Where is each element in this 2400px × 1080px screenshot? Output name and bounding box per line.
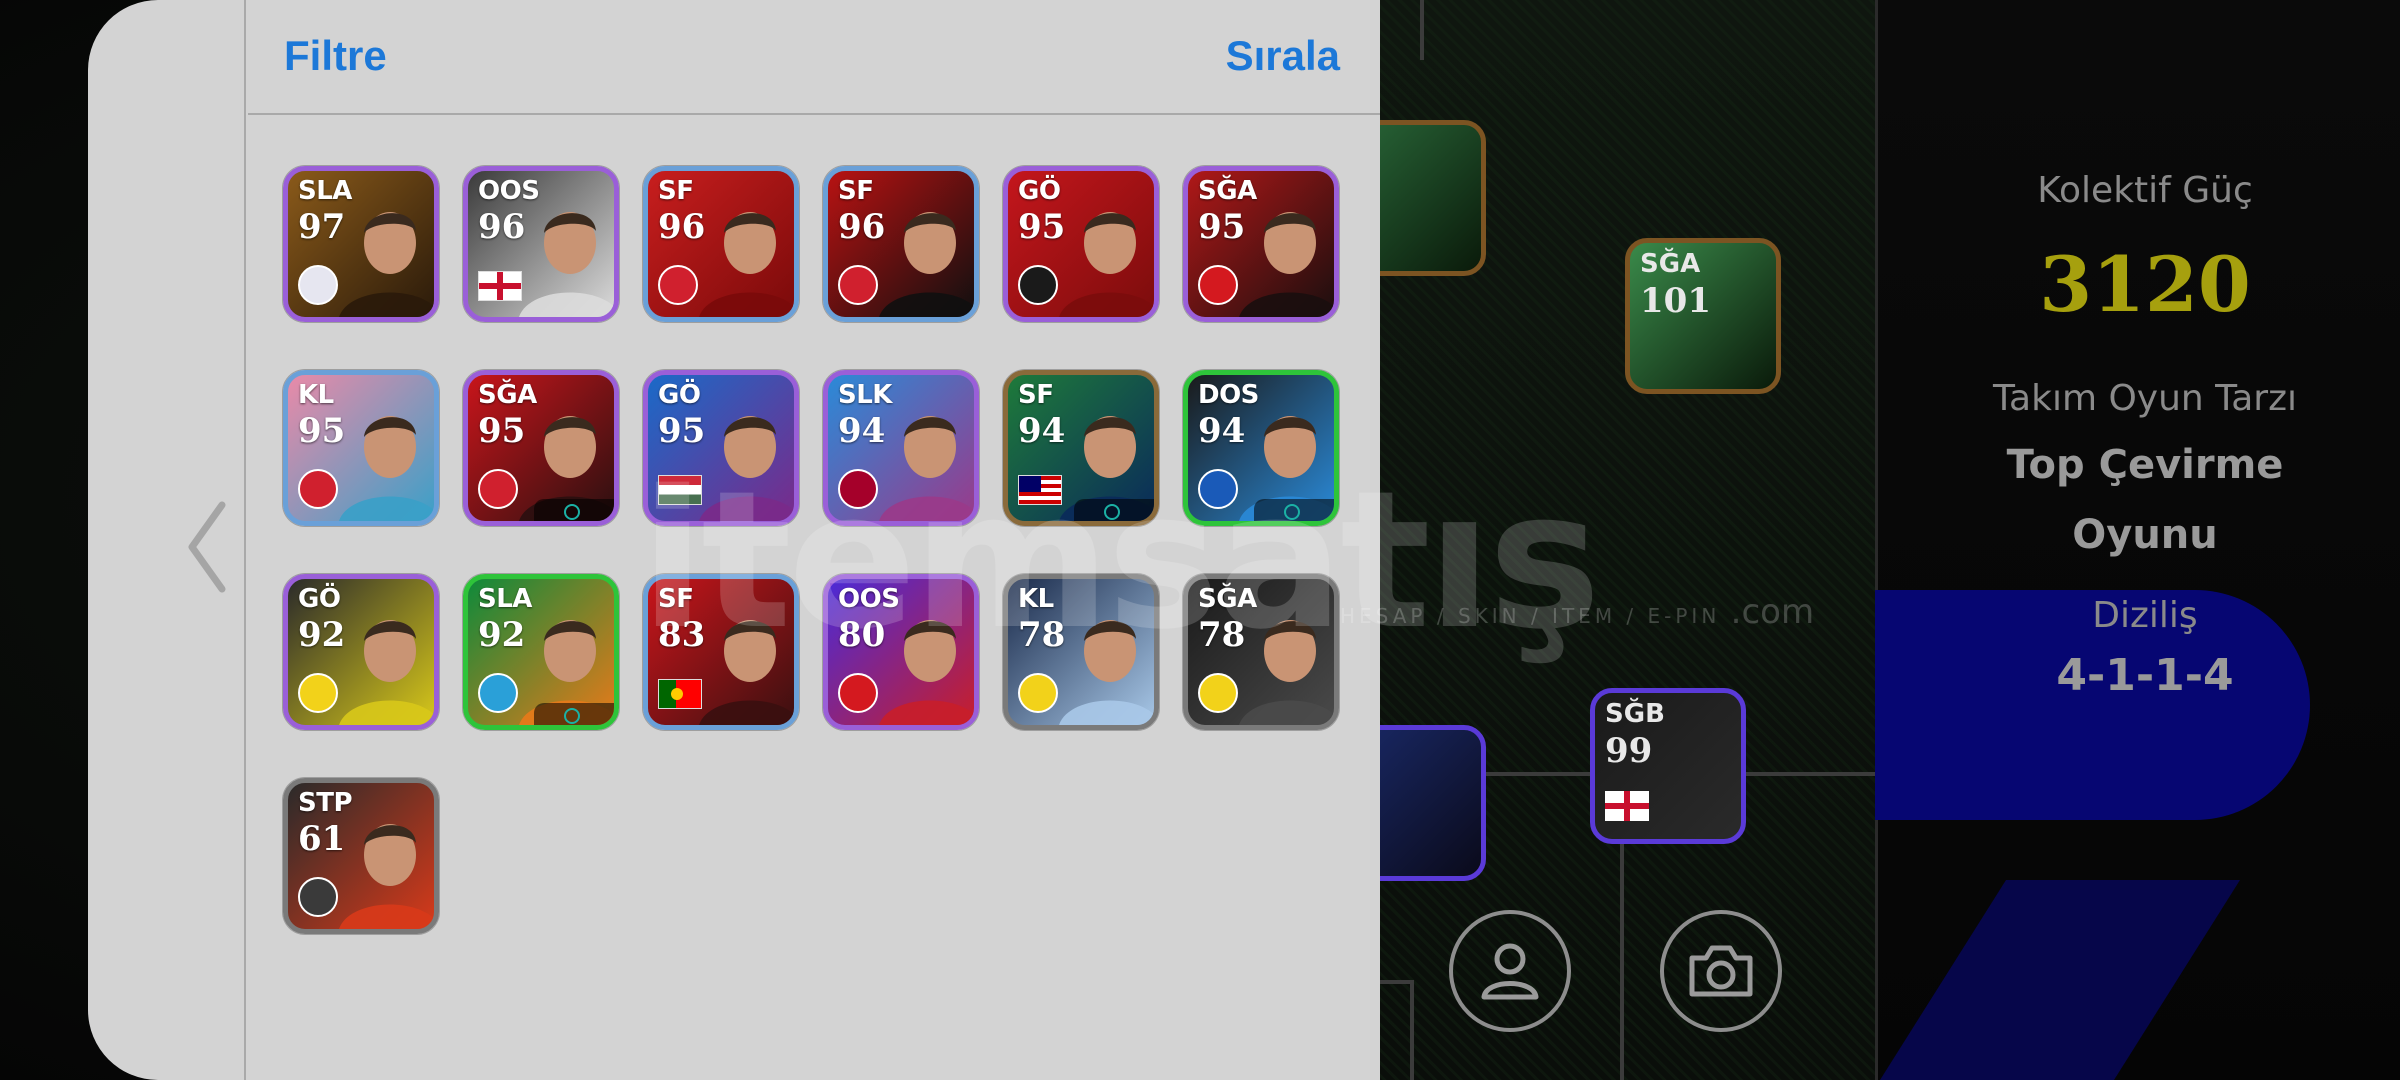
card-rating: 92 xyxy=(298,615,346,655)
card-position: OOS xyxy=(478,176,540,206)
camera-icon xyxy=(1689,945,1753,997)
team-playstyle-label: Takım Oyun Tarzı xyxy=(1993,378,2297,419)
england-flag-icon xyxy=(1605,791,1649,821)
club-badge-icon xyxy=(298,265,338,305)
card-position: SF xyxy=(838,176,874,206)
club-badge-icon xyxy=(478,469,518,509)
flag-england-icon xyxy=(478,271,522,301)
card-rating: 97 xyxy=(298,207,346,247)
player-card[interactable]: SF 96 xyxy=(643,166,799,322)
profile-button[interactable] xyxy=(1449,910,1571,1032)
card-rating: 96 xyxy=(478,207,526,247)
club-badge-icon xyxy=(1018,265,1058,305)
club-badge-icon xyxy=(1198,265,1238,305)
panel-header: Filtre Sırala xyxy=(248,0,1380,115)
watermark-tagline-text: HESAP / SKIN / ITEM / E-PIN xyxy=(1340,604,1721,628)
pitch-card-position: SĞB xyxy=(1605,699,1665,729)
player-card[interactable]: SLA 92 xyxy=(463,574,619,730)
player-portrait xyxy=(519,212,614,317)
player-portrait xyxy=(339,620,434,725)
player-portrait xyxy=(699,212,794,317)
player-card[interactable]: SĞA 95 xyxy=(1183,166,1339,322)
player-card[interactable]: OOS 96 xyxy=(463,166,619,322)
chevron-left-icon[interactable] xyxy=(182,497,232,597)
pitch-card-position: SĞA xyxy=(1640,249,1701,279)
player-card[interactable]: SF 96 xyxy=(823,166,979,322)
player-card[interactable]: STP 61 xyxy=(283,778,439,934)
club-badge-icon xyxy=(658,265,698,305)
card-position: GÖ xyxy=(658,380,701,410)
card-position: SLA xyxy=(298,176,352,206)
card-rating: 94 xyxy=(1018,411,1066,451)
card-position: SLK xyxy=(838,380,892,410)
player-portrait xyxy=(1059,212,1154,317)
sort-button[interactable]: Sırala xyxy=(1226,32,1340,80)
card-rating: 61 xyxy=(298,819,346,859)
card-rating: 96 xyxy=(838,207,886,247)
card-rating: 95 xyxy=(1198,207,1246,247)
player-portrait xyxy=(879,212,974,317)
pitch-card-rating: 101 xyxy=(1640,281,1711,321)
team-playstyle-line2: Oyunu xyxy=(2072,512,2218,558)
card-position: SĞA xyxy=(1198,176,1257,206)
person-icon xyxy=(1481,943,1539,1000)
club-badge-icon xyxy=(1018,673,1058,713)
skill-indicator-icon xyxy=(534,703,614,725)
card-rating: 95 xyxy=(658,411,706,451)
pitch-card-rating: 99 xyxy=(1605,731,1653,771)
club-badge-icon xyxy=(298,877,338,917)
card-position: STP xyxy=(298,788,353,818)
collective-power-value: 3120 xyxy=(2039,240,2251,329)
player-card[interactable]: SLA 97 xyxy=(283,166,439,322)
card-position: GÖ xyxy=(1018,176,1061,206)
team-playstyle-value: Top Çevirme Oyunu xyxy=(1880,430,2400,570)
player-portrait xyxy=(339,416,434,521)
club-badge-icon xyxy=(1198,673,1238,713)
player-portrait xyxy=(1239,212,1334,317)
watermark-logo: itemsatış xyxy=(640,450,1601,671)
card-position: GÖ xyxy=(298,584,341,614)
flag-portugal-icon xyxy=(658,679,702,709)
formation-value[interactable]: 4-1-1-4 xyxy=(1880,650,2400,701)
card-rating: 96 xyxy=(658,207,706,247)
club-badge-icon xyxy=(298,469,338,509)
card-position: SĞA xyxy=(478,380,537,410)
card-rating: 95 xyxy=(478,411,526,451)
skill-indicator-icon xyxy=(534,499,614,521)
card-position: KL xyxy=(298,380,334,410)
player-card[interactable]: SĞA 95 xyxy=(463,370,619,526)
club-badge-icon xyxy=(838,673,878,713)
player-portrait xyxy=(339,824,434,929)
club-badge-icon xyxy=(838,265,878,305)
formation-label: Diziliş xyxy=(2092,595,2198,636)
player-portrait xyxy=(339,212,434,317)
card-position: SF xyxy=(658,176,694,206)
card-rating: 95 xyxy=(298,411,346,451)
pitch-player-card[interactable]: SĞB 99 xyxy=(1590,688,1746,844)
card-rating: 94 xyxy=(838,411,886,451)
watermark-domain: .com xyxy=(1730,592,1815,632)
watermark-tagline: HESAP / SKIN / ITEM / E-PIN .com xyxy=(1340,592,1814,632)
camera-button[interactable] xyxy=(1660,910,1782,1032)
card-position: DOS xyxy=(1198,380,1259,410)
pitch-player-card[interactable]: SĞA 101 xyxy=(1625,238,1781,394)
card-rating: 95 xyxy=(1018,207,1066,247)
club-badge-icon xyxy=(478,673,518,713)
card-position: SF xyxy=(1018,380,1054,410)
card-rating: 92 xyxy=(478,615,526,655)
team-playstyle-line1: Top Çevirme xyxy=(2006,442,2284,488)
club-badge-icon xyxy=(298,673,338,713)
filter-button[interactable]: Filtre xyxy=(284,32,387,80)
collective-power-label: Kolektif Güç xyxy=(2037,170,2253,211)
card-position: SLA xyxy=(478,584,532,614)
player-card[interactable]: GÖ 95 xyxy=(1003,166,1159,322)
player-card[interactable]: GÖ 92 xyxy=(283,574,439,730)
player-card[interactable]: KL 95 xyxy=(283,370,439,526)
card-rating: 94 xyxy=(1198,411,1246,451)
